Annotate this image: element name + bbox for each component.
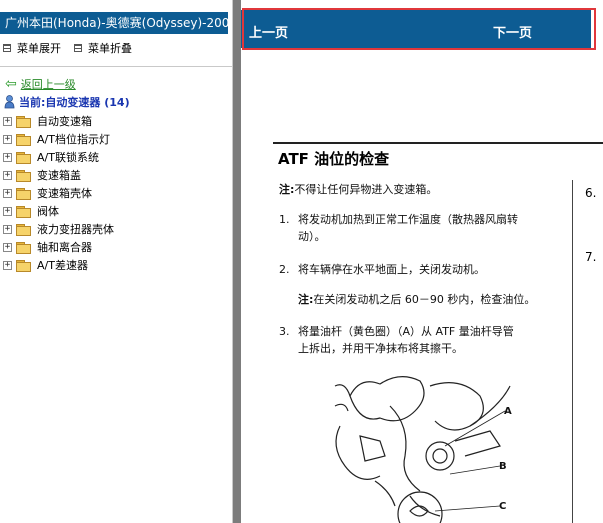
folder-icon	[16, 115, 31, 128]
list-icon	[74, 44, 82, 52]
step-1-line-1: 将发动机加热到正常工作温度（散热器风扇转	[298, 213, 518, 226]
step-3-number: 3.	[279, 325, 290, 338]
note-text: 不得让任何异物进入变速箱。	[294, 183, 438, 196]
step-3-line-1: 将量油杆（黄色圈）（A）从 ATF 量油杆导管	[298, 325, 514, 338]
back-arrow-icon: ⇦	[5, 76, 17, 92]
expand-plus-icon[interactable]: +	[3, 152, 12, 162]
tree-item-label: 自动变速箱	[37, 115, 92, 128]
folder-icon	[16, 223, 31, 236]
back-link-row[interactable]: ⇦ 返回上一级	[5, 76, 76, 92]
folder-icon	[16, 259, 31, 272]
folder-icon	[16, 133, 31, 146]
folder-icon	[16, 241, 31, 254]
tree-item-transmission-housing[interactable]: + 变速箱壳体	[3, 184, 114, 202]
tree-item-label: 变速箱盖	[37, 169, 81, 182]
column-divider	[572, 180, 573, 523]
tree-item-valve-body[interactable]: + 阀体	[3, 202, 114, 220]
step-1-number: 1.	[279, 213, 290, 226]
tree-item-label: 阀体	[37, 205, 59, 218]
note-1: 注:不得让任何异物进入变速箱。	[279, 182, 437, 198]
step-3-line-2: 上拆出，并用干净抹布将其擦干。	[298, 342, 463, 355]
tree-item-shafts-clutches[interactable]: + 轴和离合器	[3, 238, 114, 256]
back-link[interactable]: 返回上一级	[21, 76, 76, 92]
tree-item-at-differential[interactable]: + A/T差速器	[3, 256, 114, 274]
step-2-text: 将车辆停在水平地面上，关闭发动机。	[298, 263, 485, 276]
expand-plus-icon[interactable]: +	[3, 206, 12, 216]
user-icon	[4, 95, 15, 109]
expand-plus-icon[interactable]: +	[3, 260, 12, 270]
side-step-number: 6.	[585, 186, 597, 200]
expand-plus-icon[interactable]: +	[3, 224, 12, 234]
tree-item-label: 轴和离合器	[37, 241, 92, 254]
note-text: 在关闭发动机之后 60－90 秒内，检查油位。	[313, 293, 536, 306]
step-1-line-2: 动）。	[298, 230, 326, 243]
current-location: 当前:自动变速器 (14)	[4, 94, 130, 110]
step-2-number: 2.	[279, 263, 290, 276]
folder-icon	[16, 151, 31, 164]
tree-item-auto-transmission[interactable]: + 自动变速箱	[3, 112, 114, 130]
tree-item-at-indicator[interactable]: + A/T档位指示灯	[3, 130, 114, 148]
expand-plus-icon[interactable]: +	[3, 242, 12, 252]
sidebar-panel: 广州本田(Honda)-奥德赛(Odyssey)-2005 菜单展开 菜单折叠 …	[0, 0, 233, 523]
expand-plus-icon[interactable]: +	[3, 134, 12, 144]
expand-menu-button[interactable]: 菜单展开	[3, 40, 61, 56]
doc-title: ATF 油位的检查	[278, 150, 390, 168]
tree-item-label: A/T联锁系统	[37, 151, 99, 164]
tree-item-label: 变速箱壳体	[37, 187, 92, 200]
collapse-menu-label: 菜单折叠	[88, 42, 132, 55]
expand-plus-icon[interactable]: +	[3, 188, 12, 198]
side-step-number: 7.	[585, 250, 597, 264]
expand-menu-label: 菜单展开	[17, 42, 61, 55]
folder-icon	[16, 205, 31, 218]
note-prefix: 注:	[298, 293, 314, 306]
tree-item-label: A/T档位指示灯	[37, 133, 110, 146]
splitter-handle[interactable]	[233, 0, 241, 523]
folder-icon	[16, 187, 31, 200]
engine-dipstick-diagram	[334, 376, 511, 523]
expand-plus-icon[interactable]: +	[3, 116, 12, 126]
highlight-frame	[242, 8, 596, 50]
callout-a: A	[504, 406, 512, 417]
menu-toolbar: 菜单展开 菜单折叠	[0, 39, 142, 57]
tree-item-label: 液力变扭器壳体	[37, 223, 114, 236]
tree-item-at-interlock[interactable]: + A/T联锁系统	[3, 148, 114, 166]
note-2: 注:在关闭发动机之后 60－90 秒内，检查油位。	[298, 292, 535, 308]
tree-item-torque-converter-housing[interactable]: + 液力变扭器壳体	[3, 220, 114, 238]
tree-item-label: A/T差速器	[37, 259, 88, 272]
callout-c: C	[499, 501, 507, 512]
doc-title-rule	[273, 142, 603, 144]
note-prefix: 注:	[279, 183, 295, 196]
expand-plus-icon[interactable]: +	[3, 170, 12, 180]
category-tree: + 自动变速箱 + A/T档位指示灯 + A/T联锁系统 + 变速箱盖 + 变速…	[3, 112, 114, 274]
list-icon	[3, 44, 11, 52]
folder-icon	[16, 169, 31, 182]
tree-item-transmission-cover[interactable]: + 变速箱盖	[3, 166, 114, 184]
collapse-menu-button[interactable]: 菜单折叠	[74, 40, 132, 56]
sidebar-divider	[0, 66, 232, 67]
current-location-label: 当前:自动变速器 (14)	[19, 96, 130, 109]
sidebar-title: 广州本田(Honda)-奥德赛(Odyssey)-2005	[0, 12, 228, 34]
callout-b: B	[499, 461, 507, 472]
